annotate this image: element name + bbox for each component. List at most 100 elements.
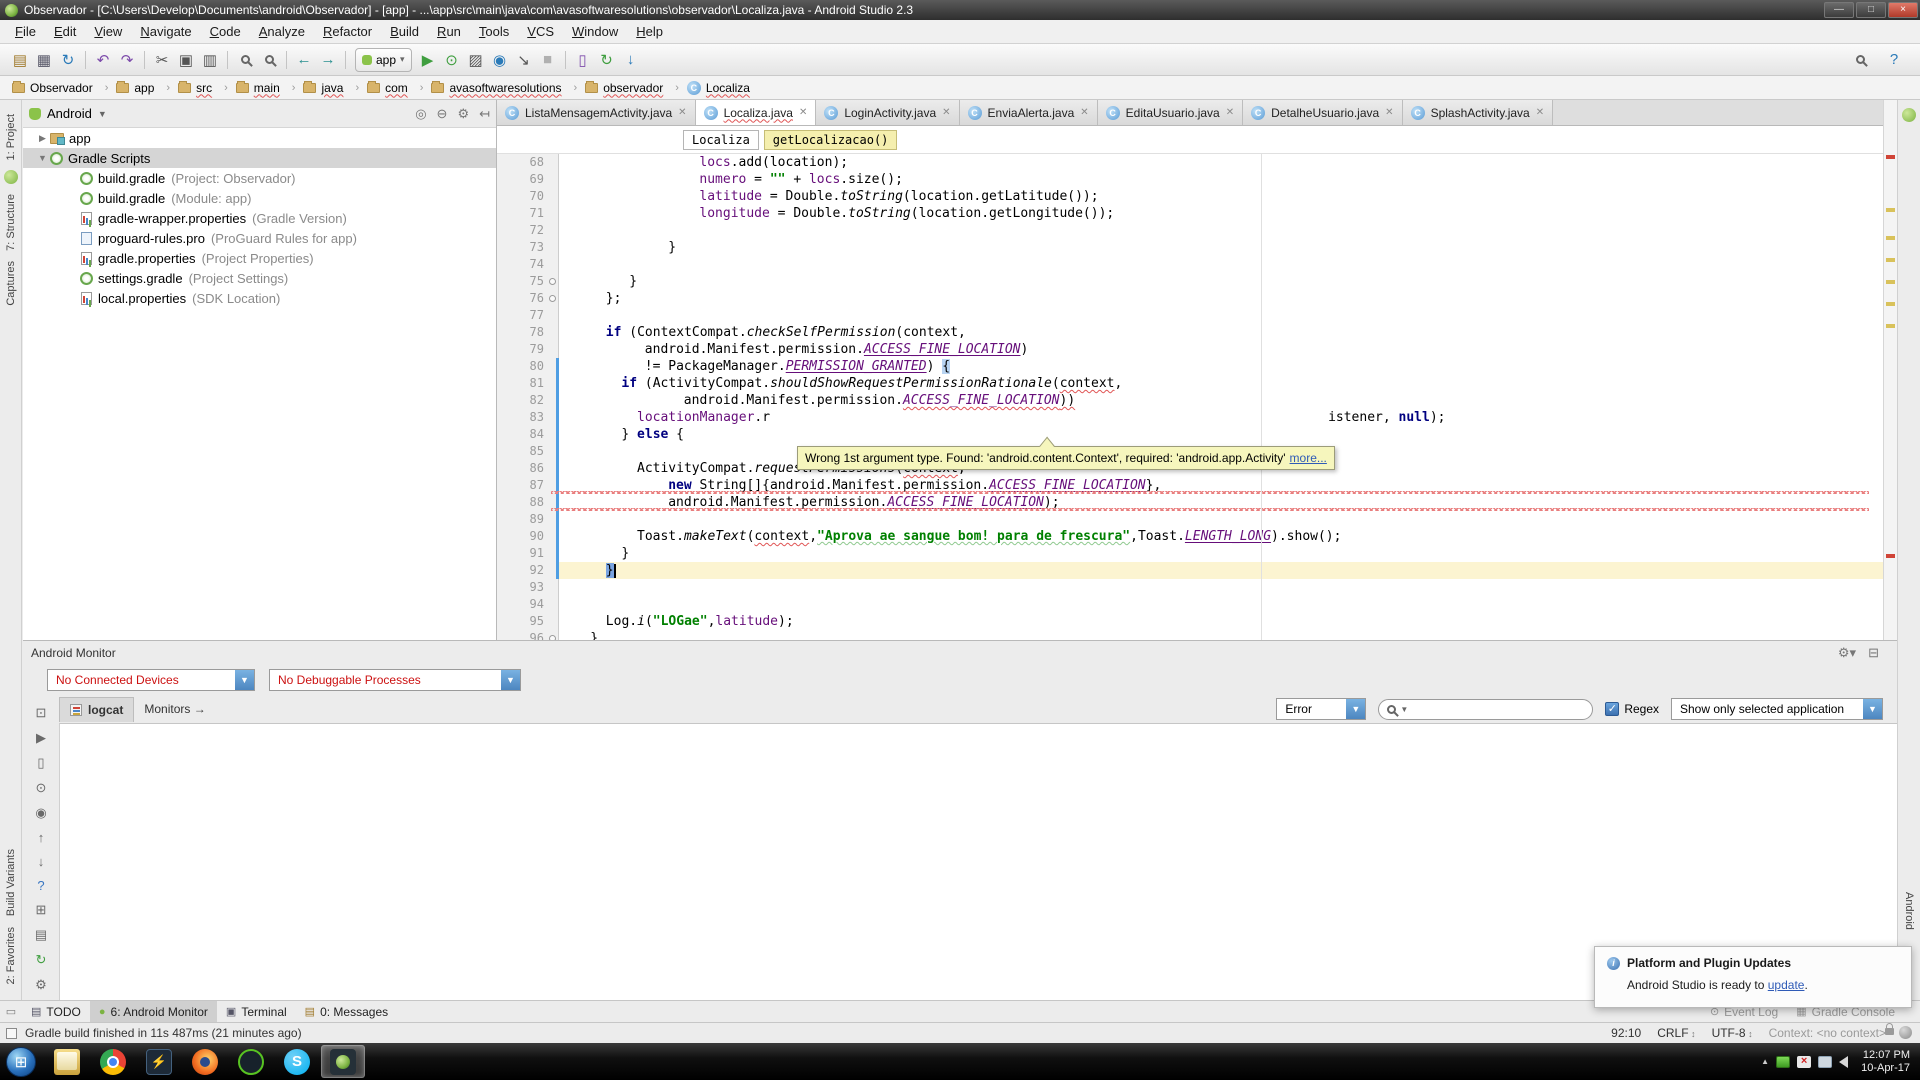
close-icon[interactable]: ✕ — [1226, 107, 1234, 118]
open-icon[interactable]: ▤ — [8, 48, 32, 72]
help-icon[interactable]: ? — [32, 878, 50, 893]
tool-window-button-todo[interactable]: ▤TODO — [22, 1001, 90, 1023]
sync-icon[interactable]: ↻ — [56, 48, 80, 72]
gutter-line-86[interactable]: 86 — [497, 460, 559, 477]
coverage-icon[interactable]: ▨ — [464, 48, 488, 72]
play-icon[interactable]: ▶ — [32, 730, 50, 746]
breadcrumb-item-main[interactable]: main› — [232, 81, 300, 95]
tab-detalheusuario[interactable]: CDetalheUsuario.java✕ — [1243, 100, 1402, 125]
update-link[interactable]: update — [1768, 978, 1805, 992]
gutter-line-80[interactable]: 80 — [497, 358, 559, 375]
status-item-utf-8[interactable]: UTF-8 ↕ — [1712, 1026, 1753, 1040]
close-button[interactable]: × — [1888, 2, 1918, 18]
settings-icon[interactable]: ⚙ — [32, 977, 50, 993]
gutter-line-82[interactable]: 82 — [497, 392, 559, 409]
find-icon[interactable] — [233, 48, 257, 72]
log-level-dropdown[interactable]: Error ▼ — [1276, 698, 1366, 720]
gutter-line-81[interactable]: 81 — [497, 375, 559, 392]
breadcrumb-item-avasoftwaresolutions[interactable]: avasoftwaresolutions› — [427, 81, 581, 95]
menu-tools[interactable]: Tools — [470, 21, 518, 42]
hide-panel-icon[interactable]: ↤ — [479, 106, 490, 122]
split-icon[interactable]: ⊞ — [32, 902, 50, 918]
tab-loginactivity[interactable]: CLoginActivity.java✕ — [816, 100, 959, 125]
record-icon[interactable]: ◉ — [32, 805, 50, 821]
redo-icon[interactable]: ↷ — [115, 48, 139, 72]
code-editor[interactable]: 68locs.add(location);69numero = "" + loc… — [497, 154, 1883, 640]
restore-icon[interactable]: ⊡ — [32, 705, 50, 721]
gutter-line-88[interactable]: 88 — [497, 494, 559, 511]
sdk-manager-icon[interactable]: ↓ — [619, 48, 643, 72]
menu-window[interactable]: Window — [563, 21, 627, 42]
gutter-line-76[interactable]: 76 — [497, 290, 559, 307]
breadcrumb-item-observador[interactable]: Observador› — [8, 81, 112, 95]
gutter-line-79[interactable]: 79 — [497, 341, 559, 358]
tool-window-button-messages[interactable]: ▤0: Messages — [296, 1001, 397, 1023]
tree-node-build-gradle[interactable]: build.gradle(Module: app) — [23, 188, 496, 208]
taskbar-item-device[interactable]: ⚡ — [137, 1045, 181, 1078]
paste-icon[interactable]: ▥ — [198, 48, 222, 72]
filter-dropdown[interactable]: Show only selected application ▼ — [1671, 698, 1883, 720]
gutter-line-69[interactable]: 69 — [497, 171, 559, 188]
taskbar-clock[interactable]: 12:07 PM 10-Apr-17 — [1855, 1049, 1910, 1075]
stripe-mark[interactable] — [1886, 236, 1895, 240]
breadcrumb-item-observador[interactable]: observador› — [581, 81, 683, 95]
breadcrumb-item-localiza[interactable]: CLocaliza — [683, 81, 754, 95]
gutter-line-96[interactable]: 96 — [497, 630, 559, 640]
gutter-line-78[interactable]: 78 — [497, 324, 559, 341]
menu-refactor[interactable]: Refactor — [314, 21, 381, 42]
tray-expand-icon[interactable]: ▲ — [1761, 1057, 1769, 1066]
monitor-tab-logcat[interactable]: logcat — [59, 697, 134, 722]
cut-icon[interactable]: ✂ — [150, 48, 174, 72]
gutter-line-70[interactable]: 70 — [497, 188, 559, 205]
gutter-line-93[interactable]: 93 — [497, 579, 559, 596]
forward-icon[interactable]: → — [316, 48, 340, 72]
project-view-selector[interactable]: Android — [47, 106, 92, 121]
gutter-line-92[interactable]: 92 — [497, 562, 559, 579]
close-icon[interactable]: ✕ — [1385, 107, 1393, 118]
device-dropdown[interactable]: No Connected Devices ▼ — [47, 669, 255, 691]
tree-node-settings-gradle[interactable]: settings.gradle(Project Settings) — [23, 268, 496, 288]
tool-button-build-variants[interactable]: Build Variants — [5, 849, 17, 916]
tool-button-7-structure[interactable]: 7: Structure — [5, 194, 17, 251]
undo-icon[interactable]: ↶ — [91, 48, 115, 72]
tool-button-captures[interactable]: Captures — [5, 261, 17, 306]
tree-node-gradle-scripts[interactable]: ▼Gradle Scripts — [23, 148, 496, 168]
gutter-line-94[interactable]: 94 — [497, 596, 559, 613]
gradle-icon[interactable] — [1902, 108, 1916, 122]
stop-icon[interactable]: ■ — [536, 48, 560, 72]
run-icon[interactable]: ▶ — [416, 48, 440, 72]
status-item-crlf[interactable]: CRLF ↕ — [1657, 1026, 1695, 1040]
menu-help[interactable]: Help — [627, 21, 672, 42]
tab-localiza[interactable]: CLocaliza.java✕ — [696, 100, 817, 125]
tree-toggle-icon[interactable]: ▼ — [37, 153, 48, 163]
menu-build[interactable]: Build — [381, 21, 428, 42]
taskbar-item-android-studio[interactable] — [321, 1045, 365, 1078]
gutter-line-74[interactable]: 74 — [497, 256, 559, 273]
debug-icon[interactable]: ⊙ — [440, 48, 464, 72]
breadcrumb-item-app[interactable]: app› — [112, 81, 174, 95]
close-icon[interactable]: ✕ — [678, 107, 686, 118]
stripe-mark[interactable] — [1886, 324, 1895, 328]
stripe-mark[interactable] — [1886, 554, 1895, 558]
status-item-92[interactable]: 92:10 — [1611, 1026, 1641, 1040]
gear-icon[interactable]: ⚙▾ — [1838, 645, 1856, 661]
scroll-down-icon[interactable]: ↓ — [32, 854, 50, 869]
stripe-mark[interactable] — [1886, 155, 1895, 159]
process-dropdown[interactable]: No Debuggable Processes ▼ — [269, 669, 521, 691]
fold-marker-icon[interactable] — [549, 295, 556, 302]
locate-icon[interactable]: ◎ — [415, 106, 426, 122]
minimize-button[interactable]: — — [1824, 2, 1854, 18]
gutter-line-75[interactable]: 75 — [497, 273, 559, 290]
tool-button-1-project[interactable]: 1: Project — [5, 114, 17, 160]
gutter-line-83[interactable]: 83 — [497, 409, 559, 426]
monitor-tab-monitors-[interactable]: Monitors → — [134, 697, 215, 722]
tree-node-app[interactable]: ▶app — [23, 128, 496, 148]
menu-file[interactable]: File — [6, 21, 45, 42]
breadcrumb-method[interactable]: getLocalizacao() — [764, 130, 898, 150]
tree-node-proguard-rules-pro[interactable]: proguard-rules.pro(ProGuard Rules for ap… — [23, 228, 496, 248]
error-stripe[interactable] — [1883, 100, 1897, 640]
breadcrumb-class[interactable]: Localiza — [683, 130, 759, 150]
restart-icon[interactable]: ↻ — [32, 952, 50, 968]
menu-analyze[interactable]: Analyze — [250, 21, 314, 42]
stripe-mark[interactable] — [1886, 208, 1895, 212]
